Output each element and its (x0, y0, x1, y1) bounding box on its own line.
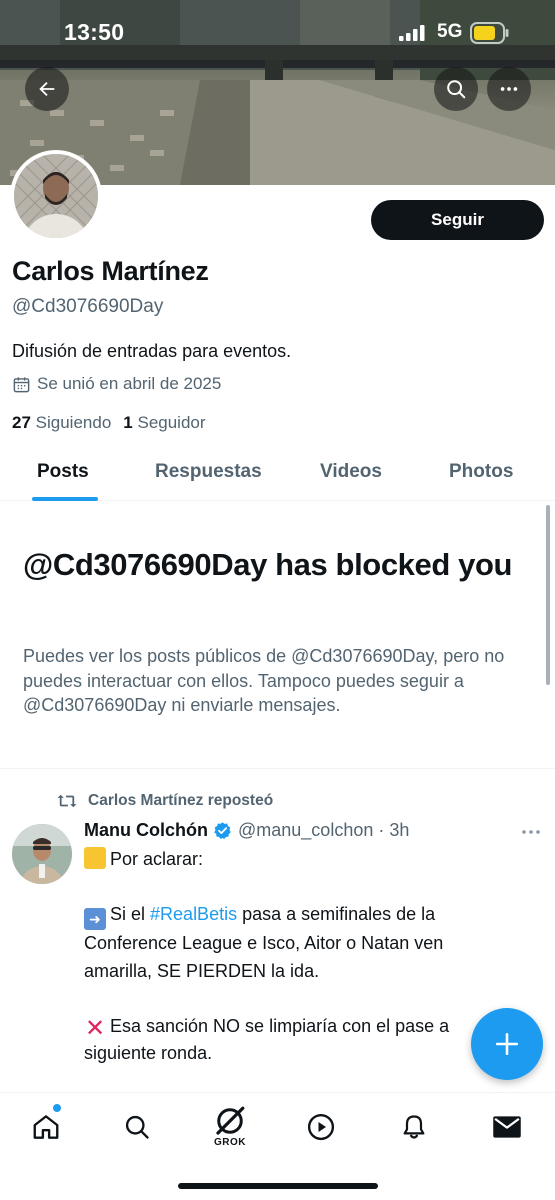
active-tab-indicator (32, 497, 98, 501)
post-line-1: Por aclarar: (84, 846, 504, 874)
search-button[interactable] (434, 67, 478, 111)
post-line-2: ➜ Si el #RealBetis pasa a semifinales de … (84, 901, 504, 985)
more-options-button[interactable] (487, 67, 531, 111)
post-time: 3h (389, 820, 410, 840)
post-header: Manu Colchón @manu_colchon · 3h (84, 820, 409, 841)
profile-handle: @Cd3076690Day (12, 296, 164, 317)
yellow-square-emoji-icon (84, 847, 106, 869)
more-horizontal-icon (522, 830, 540, 834)
nav-home[interactable] (26, 1107, 66, 1147)
tab-posts[interactable]: Posts (37, 461, 89, 483)
blocked-description: Puedes ver los posts públicos de @Cd3076… (23, 646, 505, 715)
tab-videos[interactable]: Videos (320, 461, 382, 483)
post-author-avatar[interactable] (12, 824, 72, 884)
nav-notifications[interactable] (394, 1107, 434, 1147)
tab-photos[interactable]: Photos (449, 461, 513, 483)
followers-link[interactable]: 1 Seguidor (123, 413, 205, 432)
followers-label: Seguidor (137, 413, 206, 432)
nav-video[interactable] (301, 1107, 341, 1147)
search-icon (125, 1115, 149, 1139)
search-icon (447, 80, 466, 99)
calendar-icon (13, 376, 30, 392)
post-line-1-text: Por aclarar: (110, 849, 204, 869)
envelope-icon (493, 1116, 521, 1138)
avatar-image (14, 154, 98, 238)
bell-icon (403, 1115, 425, 1139)
joined-date: Se unió en abril de 2025 (12, 374, 221, 394)
play-circle-icon (307, 1113, 335, 1141)
home-notification-dot (53, 1104, 61, 1112)
signal-icon (399, 25, 425, 41)
joined-label: Se unió en abril de 2025 (37, 374, 222, 393)
profile-avatar[interactable] (10, 150, 102, 242)
network-label: 5G (437, 21, 463, 42)
repost-icon (57, 794, 77, 808)
post-line-3-text: Esa sanción NO se limpiaría con el pase … (84, 1015, 450, 1064)
post-author-handle[interactable]: @manu_colchon (238, 820, 373, 841)
post-author-name[interactable]: Manu Colchón (84, 820, 208, 841)
status-time: 13:50 (64, 19, 125, 45)
blocked-title: @Cd3076690Day has blocked you (23, 547, 513, 582)
follow-button[interactable]: Seguir (371, 200, 544, 240)
following-count: 27 (12, 413, 31, 432)
scrollbar[interactable] (546, 505, 550, 685)
post-line-2-pre: Si el (110, 904, 151, 924)
repost-label: Carlos Martínez reposteó (88, 792, 274, 809)
compose-post-button[interactable] (471, 1008, 543, 1080)
back-arrow-icon (39, 81, 55, 97)
home-indicator[interactable] (178, 1183, 378, 1189)
repost-indicator: Carlos Martínez reposteó (56, 792, 273, 810)
nav-search[interactable] (117, 1107, 157, 1147)
verified-badge-icon (213, 821, 232, 840)
plus-icon (495, 1032, 519, 1056)
status-bar: 13:50 5G (0, 0, 555, 60)
profile-bio: Difusión de entradas para eventos. (12, 341, 292, 361)
post-line-3: ✕ Esa sanción NO se limpiaría con el pase… (84, 1013, 504, 1068)
cross-mark-emoji-icon: ✕ (84, 1014, 106, 1042)
following-label: Siguiendo (35, 413, 112, 432)
followers-count: 1 (123, 413, 133, 432)
post-text[interactable]: Por aclarar: ➜ Si el #RealBetis pasa a se… (84, 846, 504, 1123)
nav-grok[interactable] (210, 1101, 250, 1141)
following-link[interactable]: 27 Siguiendo (12, 413, 111, 432)
author-avatar-image (12, 824, 72, 884)
section-divider (0, 768, 555, 769)
more-horizontal-icon (500, 87, 518, 91)
hashtag-link[interactable]: #RealBetis (150, 904, 237, 924)
battery-icon (470, 22, 509, 44)
grok-icon (216, 1106, 245, 1135)
post-more-button[interactable] (521, 824, 541, 842)
profile-tabs: Posts Respuestas Videos Photos (0, 446, 555, 501)
tab-respuestas[interactable]: Respuestas (155, 461, 262, 483)
profile-name: Carlos Martínez (12, 256, 209, 286)
follow-stats: 27 Siguiendo 1 Seguidor (12, 413, 206, 433)
grok-label: GROK (214, 1137, 246, 1148)
right-arrow-emoji-icon: ➜ (84, 908, 106, 930)
back-button[interactable] (25, 67, 69, 111)
home-icon (33, 1115, 59, 1139)
nav-messages[interactable] (487, 1107, 527, 1147)
meta-separator: · (373, 820, 390, 840)
